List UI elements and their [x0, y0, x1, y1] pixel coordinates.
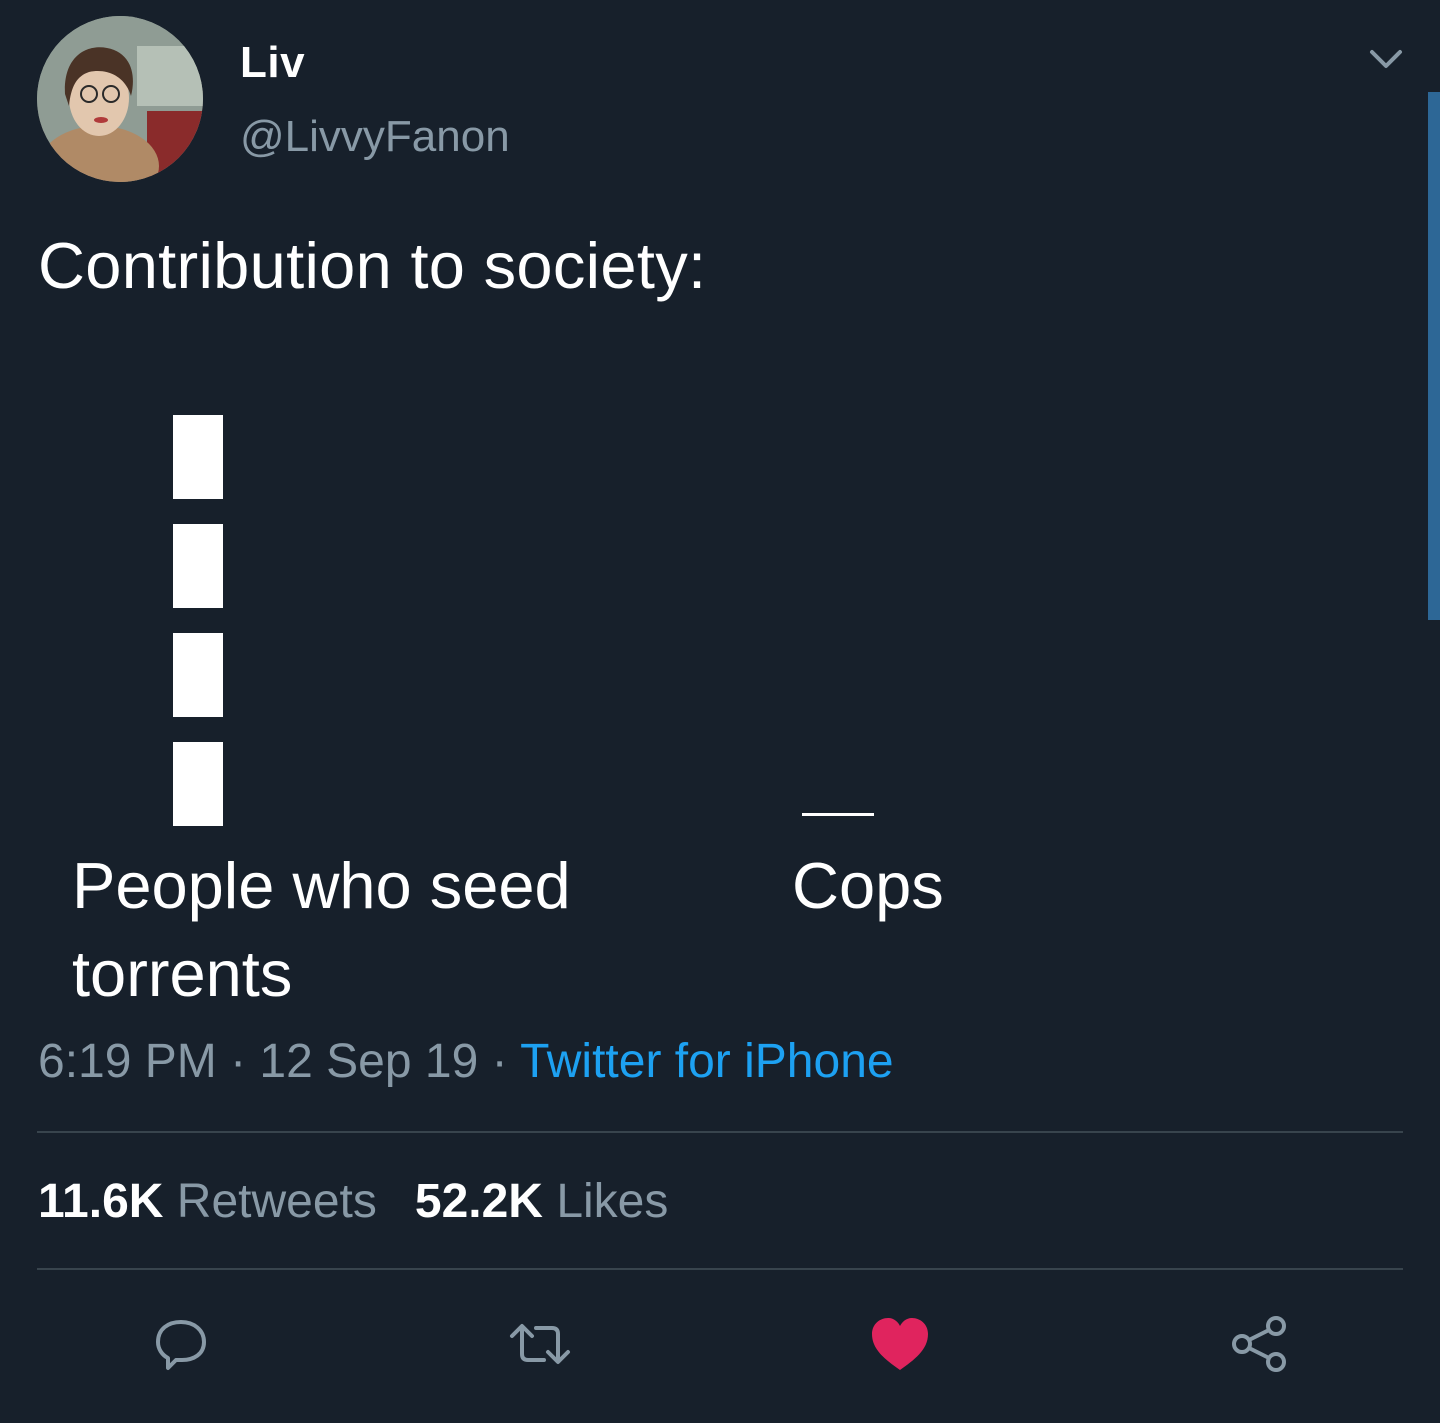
share-icon	[1232, 1316, 1286, 1372]
bar-segment	[173, 742, 223, 826]
reply-icon	[156, 1320, 206, 1370]
meta-separator: ·	[478, 1035, 521, 1088]
retweet-button[interactable]	[508, 1312, 572, 1376]
label-people-who-seed-torrents: People who seed torrents	[72, 849, 571, 1010]
label-cops: Cops	[792, 849, 944, 922]
tweet-meta: 6:19 PM · 12 Sep 19 · Twitter for iPhone	[38, 1034, 894, 1089]
scrollbar[interactable]	[1428, 92, 1440, 620]
share-button[interactable]	[1228, 1312, 1292, 1376]
author-handle[interactable]: @LivvyFanon	[240, 112, 510, 162]
heart-icon	[872, 1318, 928, 1370]
bar-segment	[173, 524, 223, 608]
tweet-stats: 11.6K Retweets 52.2K Likes	[38, 1174, 668, 1229]
reply-button[interactable]	[148, 1312, 212, 1376]
avatar[interactable]	[37, 16, 203, 182]
chevron-down-icon[interactable]	[1366, 44, 1406, 74]
retweets-count: 11.6K	[38, 1175, 164, 1228]
retweets-label: Retweets	[176, 1175, 377, 1228]
likes-label: Likes	[556, 1175, 669, 1228]
bar-segment	[173, 415, 223, 499]
retweets-stat[interactable]: 11.6K Retweets	[38, 1175, 377, 1228]
tweet-text: Contribution to society:	[38, 229, 707, 302]
avatar-photo	[37, 16, 203, 182]
divider	[37, 1131, 1403, 1133]
retweet-icon	[510, 1324, 570, 1364]
tweet-time: 6:19 PM	[38, 1035, 217, 1088]
likes-stat[interactable]: 52.2K Likes	[415, 1175, 669, 1228]
bar-segment	[173, 633, 223, 717]
author-name[interactable]: Liv	[240, 38, 305, 88]
like-button[interactable]	[868, 1312, 932, 1376]
bar-cops	[802, 813, 874, 816]
meta-separator: ·	[216, 1035, 260, 1088]
tweet-source-link[interactable]: Twitter for iPhone	[520, 1035, 894, 1088]
divider	[37, 1268, 1403, 1270]
tweet-date: 12 Sep 19	[259, 1035, 479, 1088]
likes-count: 52.2K	[414, 1175, 543, 1228]
